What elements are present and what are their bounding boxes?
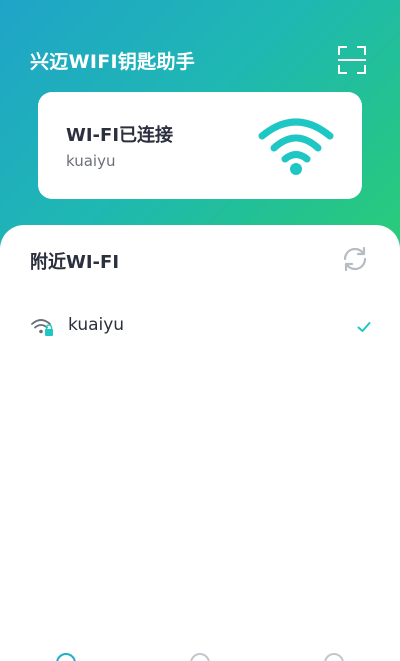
connection-status-title: WI-FI已连接 <box>66 125 174 146</box>
connection-status-card[interactable]: WI-FI已连接 kuaiyu <box>38 92 362 199</box>
wifi-icon <box>258 118 334 175</box>
wifi-locked-icon <box>31 319 53 336</box>
wifi-list-item[interactable]: kuaiyu <box>0 305 400 349</box>
scan-button[interactable] <box>337 45 367 75</box>
wifi-ssid: kuaiyu <box>68 315 125 335</box>
scan-icon <box>338 46 366 74</box>
nearby-wifi-panel: 附近WI-FI kuaiyu <box>0 225 400 661</box>
connected-ssid: kuaiyu <box>66 152 116 170</box>
refresh-button[interactable] <box>338 242 372 276</box>
nearby-wifi-title: 附近WI-FI <box>30 252 120 273</box>
app-title: 兴迈WIFI钥匙助手 <box>30 51 196 73</box>
refresh-icon <box>343 246 367 272</box>
check-icon <box>357 322 371 332</box>
